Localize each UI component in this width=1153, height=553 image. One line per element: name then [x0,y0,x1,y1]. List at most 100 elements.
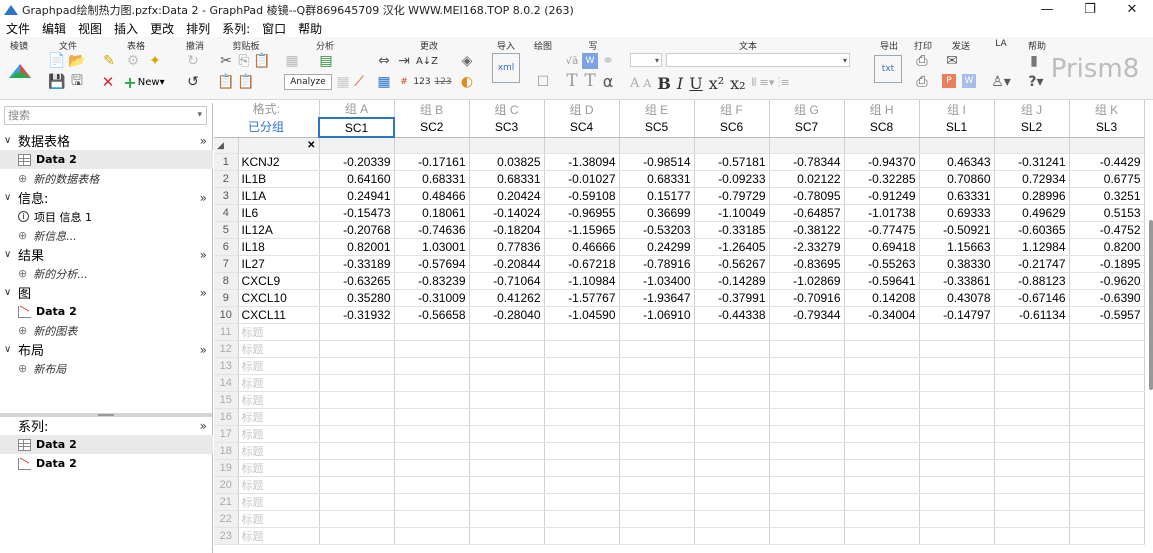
data-cell[interactable] [544,408,620,426]
row-number[interactable]: 20 [214,476,239,494]
open-file-icon[interactable]: 📂 [68,53,86,69]
undo-icon[interactable]: ↺ [184,74,202,90]
data-cell[interactable] [619,408,695,426]
data-cell[interactable] [619,374,695,392]
data-cell[interactable]: -0.44338 [694,306,770,324]
data-cell[interactable] [1069,340,1145,358]
data-cell[interactable] [469,391,545,409]
data-cell[interactable]: 0.72934 [994,170,1070,188]
data-cell[interactable] [694,391,770,409]
word-send-icon[interactable]: W [962,74,976,88]
data-cell[interactable] [394,510,470,528]
data-cell[interactable] [544,425,620,443]
data-cell[interactable]: -0.83239 [394,272,470,290]
data-cell[interactable] [394,374,470,392]
data-cell[interactable] [994,459,1070,477]
text-T2-icon[interactable]: T [582,71,598,91]
data-cell[interactable]: -0.83695 [769,255,845,273]
data-cell[interactable] [919,459,995,477]
data-cell[interactable] [319,493,395,511]
data-cell[interactable]: -0.56267 [694,255,770,273]
table-action-icon[interactable]: ▦ [336,74,350,90]
data-cell[interactable]: -0.94370 [844,153,920,171]
data-cell[interactable]: -0.57694 [394,255,470,273]
data-cell[interactable]: -0.60365 [994,221,1070,239]
data-cell[interactable]: -0.50921 [919,221,995,239]
data-cell[interactable] [319,527,395,545]
data-cell[interactable] [919,442,995,460]
data-cell[interactable] [769,459,845,477]
data-cell[interactable] [469,408,545,426]
data-cell[interactable] [544,442,620,460]
group-header[interactable]: 组 F [694,100,770,118]
column-title-cell[interactable]: SC1 [318,117,395,138]
row-title-cell[interactable]: CXCL10 [238,289,320,307]
data-cell[interactable] [1069,493,1145,511]
copy-icon[interactable]: ⎘ [236,53,252,69]
data-cell[interactable]: -1.01738 [844,204,920,222]
data-cell[interactable]: -0.31009 [394,289,470,307]
data-cell[interactable]: 0.20424 [469,187,545,205]
sort-az-icon[interactable]: A↓Z [414,53,440,69]
data-cell[interactable] [769,323,845,341]
column-title-cell[interactable]: SC4 [544,118,620,138]
menu-window[interactable]: 窗口 [262,20,286,37]
data-cell[interactable]: 0.8200 [1069,238,1145,256]
data-cell[interactable]: -0.4752 [1069,221,1145,239]
data-cell[interactable]: 1.15663 [919,238,995,256]
data-cell[interactable] [1069,527,1145,545]
data-cell[interactable]: 0.18061 [394,204,470,222]
font-family-select[interactable]: ▾ [666,53,850,67]
menu-file[interactable]: 文件 [6,20,30,37]
email-icon[interactable]: ✉ [942,53,962,69]
data-cell[interactable]: -0.14289 [694,272,770,290]
column-title-cell[interactable]: SL1 [919,118,995,138]
data-cell[interactable] [919,323,995,341]
data-cell[interactable] [919,493,995,511]
column-title-cell[interactable]: SC3 [469,118,545,138]
data-cell[interactable]: -0.78095 [769,187,845,205]
sidebar-item-data2-table[interactable]: Data 2 [0,150,213,169]
data-cell[interactable]: -0.18204 [469,221,545,239]
group-header[interactable]: 组 K [1069,100,1145,118]
row-title-cell[interactable]: 标题 [238,510,320,528]
data-cell[interactable]: -0.70916 [769,289,845,307]
data-cell[interactable] [994,493,1070,511]
delete-sheet-icon[interactable]: ✕ [100,73,116,91]
data-cell[interactable] [544,323,620,341]
data-cell[interactable]: -0.33189 [319,255,395,273]
row-number[interactable]: 1 [214,153,239,171]
table-format-link[interactable]: 已分组 [214,118,320,138]
data-cell[interactable] [919,374,995,392]
data-cell[interactable] [619,476,695,494]
data-cell[interactable] [619,510,695,528]
data-cell[interactable] [1069,459,1145,477]
data-cell[interactable] [844,357,920,375]
data-cell[interactable]: -0.88123 [994,272,1070,290]
family-item-data2-table[interactable]: Data 2 [0,435,213,454]
row-number[interactable]: 8 [214,272,239,290]
word-icon[interactable]: W [582,53,598,69]
font-size-select[interactable]: ▾ [630,53,662,67]
group-header[interactable]: 组 I [919,100,995,118]
data-cell[interactable]: 0.64160 [319,170,395,188]
row-title-cell[interactable]: 标题 [238,425,320,443]
row-title-cell[interactable]: IL27 [238,255,320,273]
data-cell[interactable]: -1.57767 [544,289,620,307]
data-cell[interactable]: -0.31932 [319,306,395,324]
new-file-icon[interactable]: 📄 [48,53,66,69]
data-cell[interactable]: -0.96955 [544,204,620,222]
data-cell[interactable] [319,476,395,494]
group-header[interactable]: 组 H [844,100,920,118]
row-number[interactable]: 11 [214,323,239,341]
data-cell[interactable]: 0.70860 [919,170,995,188]
data-cell[interactable] [544,340,620,358]
row-title-cell[interactable]: KCNJ2 [238,153,320,171]
data-cell[interactable]: -0.1895 [1069,255,1145,273]
data-cell[interactable] [844,527,920,545]
data-cell[interactable]: 0.68331 [619,170,695,188]
data-cell[interactable] [394,442,470,460]
data-cell[interactable] [694,493,770,511]
data-cell[interactable] [469,340,545,358]
data-cell[interactable]: 0.82001 [319,238,395,256]
